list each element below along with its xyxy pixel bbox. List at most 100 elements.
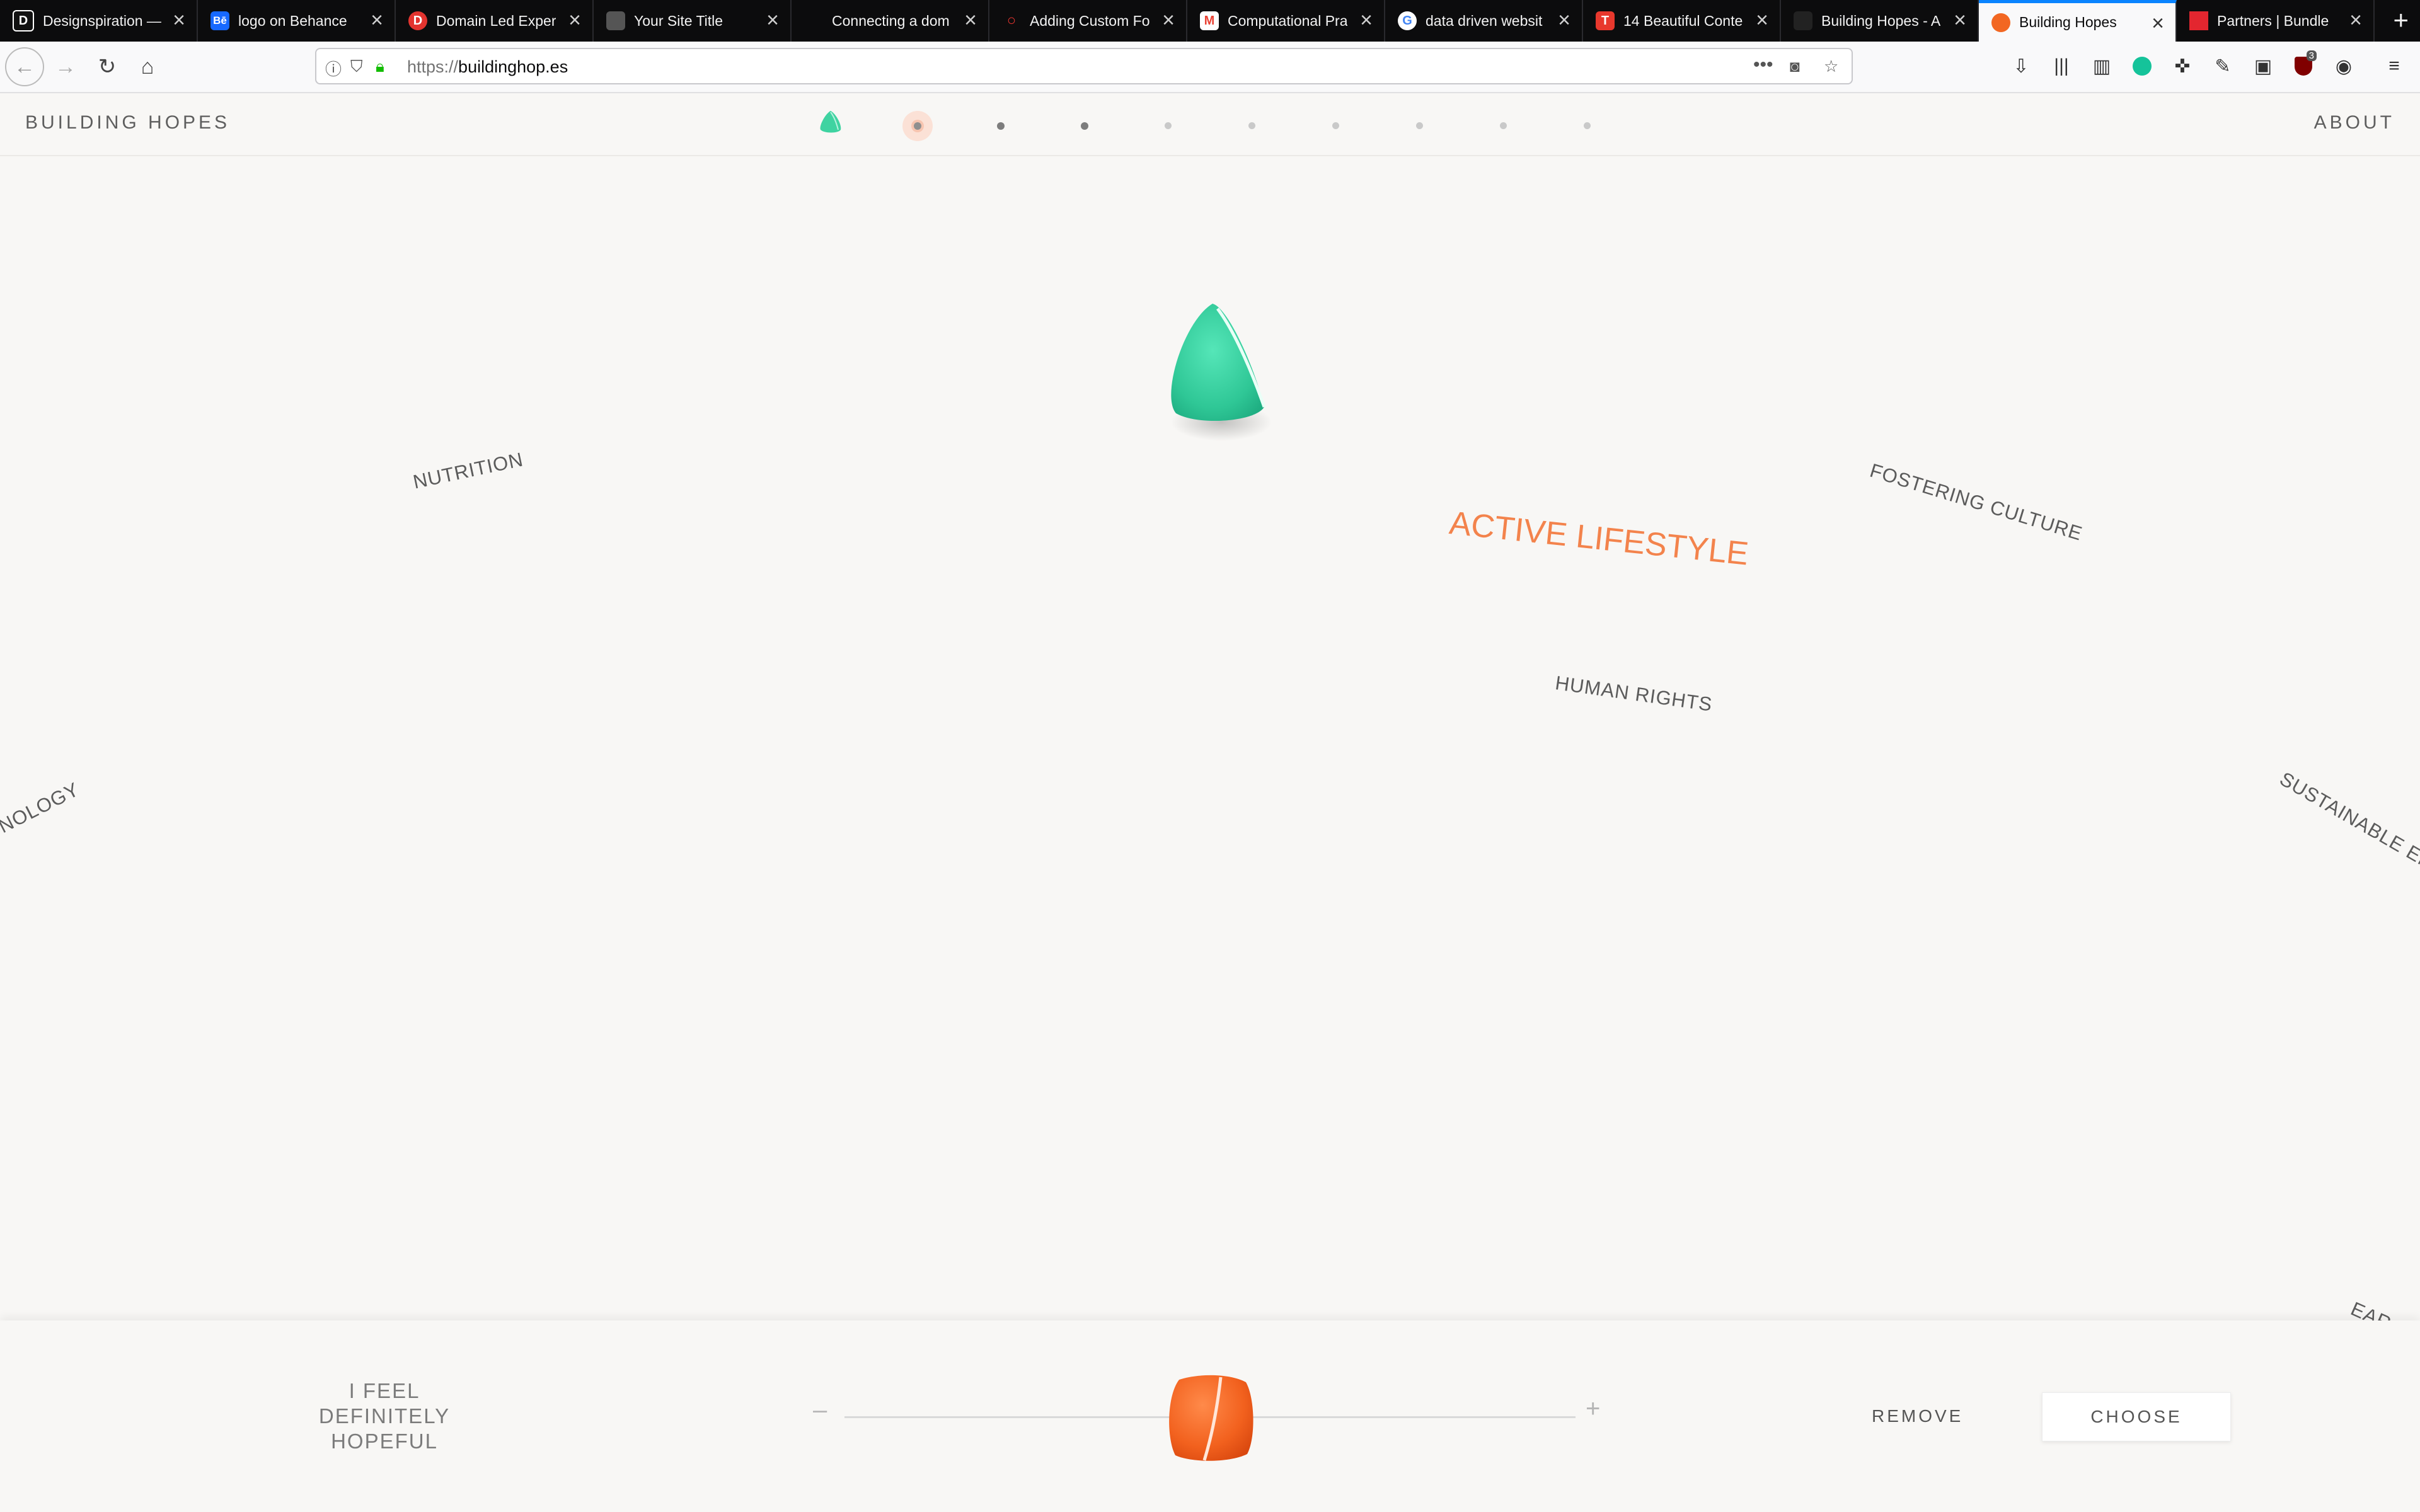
ublock-icon[interactable]: 3: [2290, 50, 2317, 79]
nav-dot[interactable]: [1332, 122, 1339, 129]
back-button[interactable]: ←: [5, 47, 44, 86]
feeling-line: HOPEFUL: [331, 1429, 438, 1453]
arrow-right-icon: →: [55, 54, 76, 79]
tab-favicon: D: [13, 10, 34, 32]
close-tab-icon[interactable]: ×: [1162, 9, 1175, 31]
url-host: buildinghop.es: [458, 57, 568, 76]
eyedropper-icon[interactable]: ✎: [2210, 53, 2236, 79]
tab-favicon: Bē: [210, 11, 229, 30]
topic-sustainable[interactable]: SUSTAINABLE EN: [2276, 767, 2420, 874]
nav-dot[interactable]: [1500, 122, 1507, 129]
browser-tab[interactable]: M Computational Pra ×: [1187, 0, 1385, 42]
browser-tab[interactable]: Building Hopes - A ×: [1781, 0, 1979, 42]
tab-favicon: D: [408, 11, 427, 30]
browser-tab[interactable]: Connecting a dom ×: [792, 0, 989, 42]
sidebar-icon[interactable]: ▥: [2089, 53, 2115, 79]
tab-title: data driven websit: [1426, 12, 1543, 29]
feeling-line: I FEEL: [349, 1379, 420, 1402]
nav-dot[interactable]: [1584, 122, 1591, 129]
close-tab-icon[interactable]: ×: [568, 9, 581, 31]
url-scheme: https://: [407, 57, 459, 76]
tab-favicon: [2189, 11, 2208, 30]
site-header: BUILDING HOPES ABOUT: [0, 93, 2420, 156]
browser-tab[interactable]: D Domain Led Exper ×: [396, 0, 594, 42]
home-button[interactable]: ⌂: [131, 50, 164, 83]
nav-dot[interactable]: [1165, 122, 1172, 129]
tab-title: Designspiration —: [43, 12, 161, 29]
browser-tab-active[interactable]: Building Hopes ×: [1979, 0, 2177, 42]
pocket-icon[interactable]: ◙: [1790, 57, 1800, 76]
browser-tab[interactable]: Bē logo on Behance ×: [198, 0, 396, 42]
tab-favicon: [1794, 11, 1812, 30]
lock-icon[interactable]: 🔒︎: [376, 57, 384, 77]
topic-nutrition[interactable]: NUTRITION: [411, 448, 525, 493]
close-tab-icon[interactable]: ×: [2152, 13, 2164, 34]
downloads-icon[interactable]: ⇩: [2008, 53, 2034, 79]
site-logo[interactable]: BUILDING HOPES: [25, 112, 230, 134]
grammarly-icon[interactable]: [2129, 53, 2155, 79]
topic-active-lifestyle[interactable]: ACTIVE LIFESTYLE: [1448, 504, 1750, 573]
reload-icon: ↻: [98, 55, 117, 79]
browser-tab[interactable]: Partners | Bundle ×: [2177, 0, 2375, 42]
close-tab-icon[interactable]: ×: [1954, 9, 1966, 31]
info-icon[interactable]: ⓘ: [325, 57, 342, 80]
increase-button[interactable]: +: [1586, 1395, 1600, 1423]
more-actions-icon[interactable]: •••: [1753, 54, 1773, 76]
library-icon[interactable]: |||: [2048, 53, 2075, 79]
url-text[interactable]: https://buildinghop.es: [407, 57, 568, 77]
close-tab-icon[interactable]: ×: [173, 9, 185, 31]
tab-favicon: [1991, 13, 2010, 32]
close-tab-icon[interactable]: ×: [1558, 9, 1570, 31]
tab-title: Building Hopes - A: [1821, 12, 1941, 29]
extension-icon[interactable]: ✜: [2169, 53, 2196, 79]
browser-tab-strip: D Designspiration — × Bē logo on Behance…: [0, 0, 2420, 42]
topic-technology[interactable]: NOLOGY: [0, 778, 83, 838]
nav-dot[interactable]: [997, 122, 1005, 130]
cube-icon: [606, 11, 625, 30]
tab-title: Partners | Bundle: [2217, 12, 2329, 29]
close-tab-icon[interactable]: ×: [1756, 9, 1768, 31]
topic-fostering-culture[interactable]: FOSTERING CULTURE: [1867, 459, 2085, 546]
close-tab-icon[interactable]: ×: [2349, 9, 2362, 31]
slider-thumb-gem[interactable]: [1160, 1368, 1260, 1468]
browser-tab[interactable]: G data driven websit ×: [1385, 0, 1583, 42]
new-tab-button[interactable]: +: [2393, 6, 2409, 34]
browser-tab[interactable]: T 14 Beautiful Conte ×: [1583, 0, 1781, 42]
tab-title: Adding Custom Fo: [1030, 12, 1150, 29]
nav-dot[interactable]: [1248, 122, 1255, 129]
topic-human-rights[interactable]: HUMAN RIGHTS: [1553, 672, 1714, 716]
tab-favicon: [804, 11, 823, 30]
remove-button[interactable]: REMOVE: [1872, 1406, 1963, 1426]
google-icon: G: [1398, 11, 1417, 30]
gem-icon[interactable]: [817, 108, 844, 136]
nav-dot[interactable]: [1416, 122, 1423, 129]
shield-icon[interactable]: ⛉: [350, 57, 363, 77]
close-tab-icon[interactable]: ×: [766, 9, 779, 31]
nav-dot-active[interactable]: [902, 111, 933, 141]
account-icon[interactable]: ◉: [2331, 53, 2357, 79]
close-tab-icon[interactable]: ×: [371, 9, 383, 31]
browser-tab[interactable]: ○ Adding Custom Fo ×: [989, 0, 1187, 42]
decrease-button[interactable]: –: [813, 1396, 827, 1424]
url-bar[interactable]: ⓘ ⛉ 🔒︎ https://buildinghop.es ••• ◙ ☆: [315, 48, 1853, 84]
close-tab-icon[interactable]: ×: [1360, 9, 1373, 31]
forward-button[interactable]: →: [49, 50, 82, 83]
gem-icon: [1171, 304, 1272, 441]
feeling-label: I FEEL DEFINITELY HOPEFUL: [290, 1378, 479, 1454]
extension-icon[interactable]: ▣: [2250, 53, 2276, 79]
reload-button[interactable]: ↻: [91, 50, 124, 83]
menu-icon[interactable]: ≡: [2381, 53, 2407, 79]
extension-badge: 3: [2306, 50, 2317, 61]
about-link[interactable]: ABOUT: [2314, 112, 2395, 134]
browser-tab[interactable]: Your Site Title ×: [594, 0, 792, 42]
tab-title: logo on Behance: [238, 12, 347, 29]
feeling-line: DEFINITELY: [318, 1404, 451, 1428]
tab-favicon: ○: [1006, 12, 1017, 29]
browser-tab[interactable]: D Designspiration — ×: [0, 0, 198, 42]
choose-button[interactable]: CHOOSE: [2042, 1392, 2231, 1441]
close-tab-icon[interactable]: ×: [964, 9, 977, 31]
nav-dot[interactable]: [1081, 122, 1088, 130]
bookmark-star-icon[interactable]: ☆: [1824, 57, 1838, 76]
gmail-icon: M: [1200, 11, 1219, 30]
tab-title: Domain Led Exper: [436, 12, 556, 29]
